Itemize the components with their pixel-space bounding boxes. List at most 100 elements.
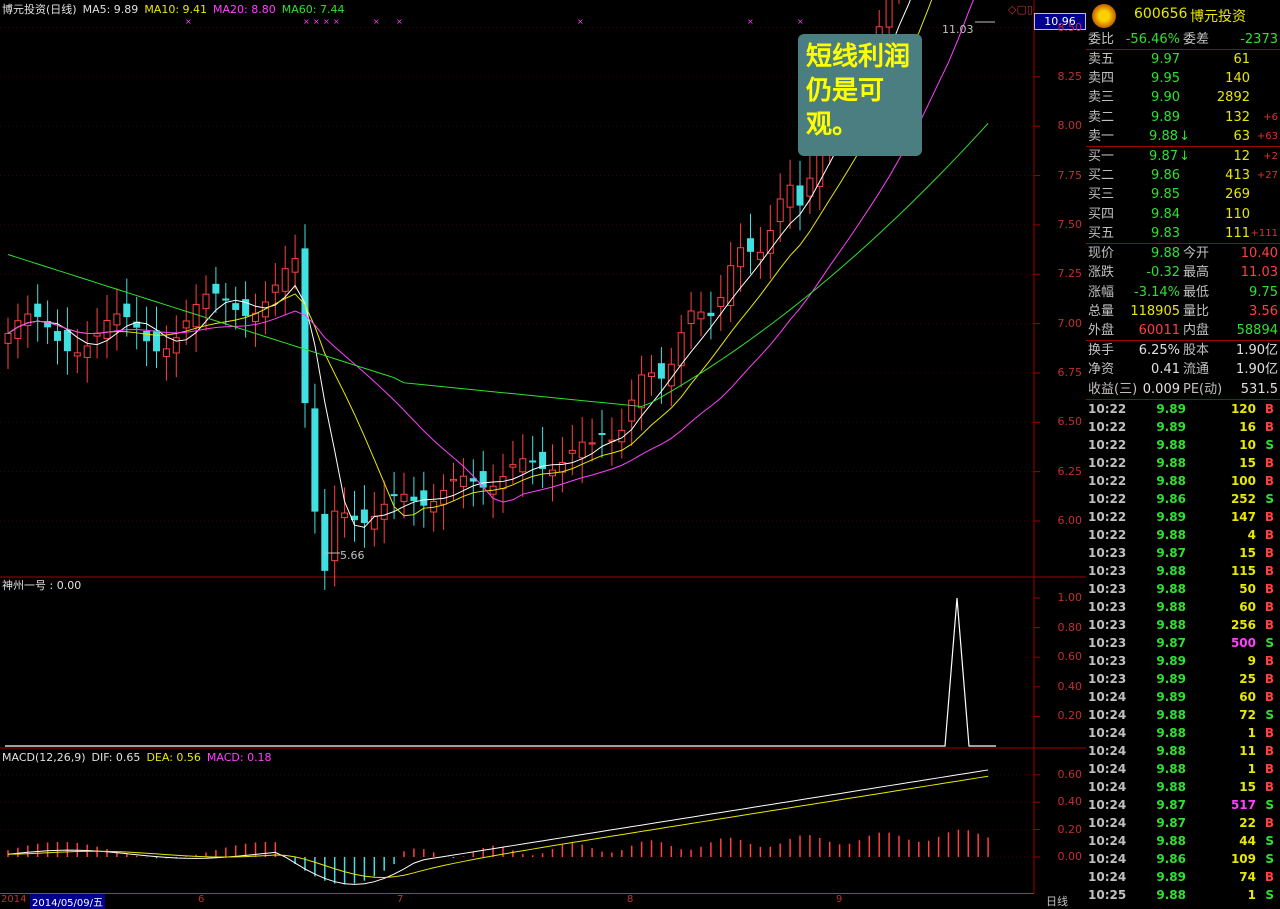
tick-row[interactable]: 10:23 9.89 25 B [1086,670,1280,688]
tick-price: 9.88 [1156,528,1186,542]
tick-row[interactable]: 10:25 9.88 1 S [1086,886,1280,904]
bids-volume: 111 [1225,225,1250,241]
stats-val2: 3.56 [1249,303,1278,319]
tick-price: 9.87 [1156,546,1186,560]
tick-time: 10:24 [1088,798,1127,812]
tick-row[interactable]: 10:22 9.88 4 B [1086,526,1280,544]
tick-flag: B [1264,564,1274,578]
stats2-key2: PE(动) [1183,381,1223,397]
tick-row[interactable]: 10:23 9.88 60 B [1086,598,1280,616]
stats-key2: 今开 [1183,246,1210,261]
tick-row[interactable]: 10:23 9.87 500 S [1086,634,1280,652]
tick-row[interactable]: 10:23 9.88 115 B [1086,562,1280,580]
tick-row[interactable]: 10:22 9.89 120 B [1086,400,1280,418]
tick-time: 10:22 [1088,438,1127,452]
candle-body [281,268,289,292]
candle-body [321,513,329,571]
tick-row[interactable]: 10:23 9.87 15 B [1086,544,1280,562]
bids-row: 买二 9.86 413 +27 [1086,166,1280,185]
tick-row[interactable]: 10:22 9.88 15 B [1086,454,1280,472]
price-legend: 博元投资(日线) MA5: 9.89 MA10: 9.41 MA20: 8.80 MA6… [2,3,350,16]
candle-body [588,442,596,445]
tick-flag: B [1264,816,1274,830]
tick-row[interactable]: 10:23 9.89 9 B [1086,652,1280,670]
tick-time: 10:24 [1088,744,1127,758]
asks-price: 9.95 [1151,71,1180,87]
tick-row[interactable]: 10:24 9.87 22 B [1086,814,1280,832]
tick-time: 10:22 [1088,474,1127,488]
tick-row[interactable]: 10:24 9.88 15 B [1086,778,1280,796]
bids-label: 买五 [1088,225,1115,241]
tick-row[interactable]: 10:24 9.88 72 S [1086,706,1280,724]
bids-price: 9.85 [1151,187,1180,203]
month-label-6: 6 [198,894,205,905]
tick-price: 9.88 [1156,456,1186,470]
tick-time: 10:22 [1088,510,1127,524]
bids-label: 买一 [1088,149,1115,164]
tick-row[interactable]: 10:24 9.89 74 B [1086,868,1280,886]
indicator-tick-label: 0.20 [1057,709,1083,723]
asks-label: 卖二 [1088,109,1115,125]
kline-chart-svg[interactable]: × × × × × × × × × × [0,0,1086,905]
tick-volume: 60 [1239,690,1256,704]
asks-row: 卖三 9.90 2892 [1086,88,1280,107]
signal-marker: × [396,17,403,26]
tick-row[interactable]: 10:22 9.89 147 B [1086,508,1280,526]
price-tick-label: 7.50 [1057,217,1083,231]
date-selected[interactable]: 2014/05/09/五 [30,894,106,909]
kline-chart-area[interactable]: × × × × × × × × × × 博元投资(日线) MA5: 9.89 MA10: 9.41 MA… [0,0,1086,909]
bids-label: 买二 [1088,168,1115,184]
tick-flag: S [1265,438,1274,452]
candle-body [638,374,646,409]
tick-volume: 1 [1247,726,1256,740]
price-tick-label: 6.50 [1057,415,1083,429]
tick-row[interactable]: 10:22 9.88 10 S [1086,436,1280,454]
candle-body [143,330,151,342]
tick-row[interactable]: 10:22 9.86 252 S [1086,490,1280,508]
tick-row[interactable]: 10:23 9.88 50 B [1086,580,1280,598]
candle-body [727,265,735,307]
period-tab[interactable]: 日线 [1046,893,1068,909]
month-label-9: 9 [836,894,843,905]
tick-row[interactable]: 10:22 9.88 100 B [1086,472,1280,490]
tick-flag: S [1265,708,1274,722]
tick-row[interactable]: 10:24 9.89 60 B [1086,688,1280,706]
tick-row[interactable]: 10:24 9.88 11 B [1086,742,1280,760]
stats2-row: 换手 6.25% 股本 1.90亿 [1086,341,1280,360]
candle-body [796,185,804,206]
candle-body [568,449,576,454]
stats-key1: 外盘 [1088,323,1115,339]
tick-row[interactable]: 10:24 9.88 1 B [1086,760,1280,778]
tick-row[interactable]: 10:24 9.88 1 B [1086,724,1280,742]
candle-body [311,408,319,512]
candle-body [400,493,408,503]
candle-body [687,310,695,325]
quote-panel: 600656 博元投资 委比 -56.46% 委差 -2373 卖五 9.97 61… [1086,0,1280,905]
bids-price: 9.84 [1151,206,1180,222]
month-label-7: 7 [397,894,404,905]
tick-row[interactable]: 10:24 9.88 44 S [1086,832,1280,850]
tick-row[interactable]: 10:24 9.87 517 S [1086,796,1280,814]
tick-row[interactable]: 10:22 9.89 16 B [1086,418,1280,436]
tick-time: 10:24 [1088,852,1127,866]
tick-volume: 15 [1239,780,1256,794]
tick-volume: 25 [1239,672,1256,686]
tick-price: 9.88 [1156,474,1186,488]
bids-row: 买四 9.84 110 [1086,205,1280,224]
asks-price: 9.89 [1151,109,1180,125]
stats-val1: 9.88 [1151,246,1180,261]
macd-dea: DEA: 0.56 [146,751,201,764]
stats-key2: 最高 [1183,265,1210,281]
tick-price: 9.87 [1156,636,1186,650]
candle-body [747,238,754,252]
dif-line [7,769,989,885]
asks-label: 卖一 [1088,128,1115,144]
window-controls-icon[interactable]: ◇▢▯ [1008,3,1033,16]
candle-body [14,320,22,339]
tick-time: 10:22 [1088,456,1127,470]
tick-row[interactable]: 10:24 9.86 109 S [1086,850,1280,868]
tick-row[interactable]: 10:23 9.88 256 B [1086,616,1280,634]
tick-volume: 9 [1247,654,1256,668]
price-tick-label: 7.75 [1057,168,1083,182]
bids-change: +27 [1256,170,1278,182]
